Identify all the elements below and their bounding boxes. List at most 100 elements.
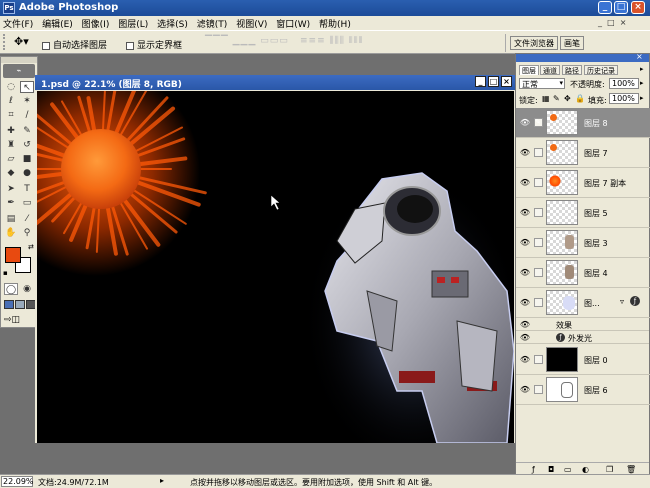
eraser-tool-icon[interactable]: ▱ (4, 153, 18, 165)
toolbox-grip[interactable] (1, 57, 37, 63)
add-layer-style-icon[interactable]: ƒ (532, 465, 535, 474)
fill-slider-arrow-icon[interactable]: ▸ (640, 94, 644, 102)
opacity-field[interactable]: 100% (609, 78, 639, 89)
doc-window-close-button[interactable]: × (501, 76, 512, 87)
outer-glow-effect-row[interactable]: 👁 ƒ 外发光 (516, 332, 649, 344)
lasso-tool-icon[interactable]: ℓ (4, 95, 18, 107)
visibility-eye-icon[interactable]: 👁 (519, 298, 531, 307)
tab-history[interactable]: 历史记录 (584, 65, 618, 75)
show-bounds-checkbox[interactable] (126, 41, 134, 50)
shape-tool-icon[interactable]: ▭ (20, 197, 34, 209)
layer-row[interactable]: 👁 图层 7 副本 (516, 168, 650, 198)
layer-style-icon[interactable]: ƒ (630, 296, 640, 306)
new-layer-icon[interactable]: ❐ (606, 465, 613, 474)
zoom-tool-icon[interactable]: ⚲ (20, 227, 34, 239)
standard-mode-icon[interactable]: ◯ (4, 283, 18, 295)
visibility-eye-icon[interactable]: 👁 (519, 385, 531, 394)
menu-image[interactable]: 图像(I) (79, 16, 113, 31)
clone-stamp-tool-icon[interactable]: ♜ (4, 139, 18, 151)
doc-restore-icon[interactable]: □ (607, 18, 615, 27)
status-menu-arrow-icon[interactable]: ▸ (160, 476, 164, 485)
layer-link-box[interactable] (534, 148, 543, 157)
quick-mask-mode-icon[interactable]: ◉ (20, 283, 34, 295)
slice-tool-icon[interactable]: ∕ (20, 109, 34, 121)
move-tool-icon[interactable]: ↖ (20, 81, 34, 93)
panel-close-icon[interactable]: × (636, 52, 643, 61)
lock-position-icon[interactable]: ✥ (564, 94, 571, 103)
new-set-icon[interactable]: ▭ (564, 465, 572, 474)
dodge-tool-icon[interactable]: ● (20, 167, 34, 179)
layer-link-box[interactable] (534, 238, 543, 247)
tab-layers[interactable]: 图层 (519, 65, 539, 75)
layer-link-box[interactable] (534, 268, 543, 277)
effects-row[interactable]: 👁 效果 (516, 319, 649, 331)
auto-select-option[interactable]: 自动选择图层 (42, 38, 107, 51)
layer-row[interactable]: 👁 图层 3 (516, 228, 650, 258)
visibility-eye-icon[interactable]: 👁 (519, 208, 531, 217)
maximize-button[interactable]: □ (614, 1, 628, 14)
add-mask-icon[interactable]: ◘ (548, 465, 554, 474)
notes-tool-icon[interactable]: ▤ (4, 213, 18, 225)
layer-row[interactable]: 👁 图层 0 (516, 345, 650, 375)
new-adjustment-layer-icon[interactable]: ◐ (582, 465, 589, 474)
menu-file[interactable]: 文件(F) (0, 16, 36, 31)
brush-tool-icon[interactable]: ✎ (20, 125, 34, 137)
healing-brush-tool-icon[interactable]: ✚ (4, 125, 18, 137)
path-selection-tool-icon[interactable]: ➤ (4, 183, 18, 195)
standard-screen-mode-icon[interactable] (4, 300, 14, 309)
effects-expand-icon[interactable]: ▿ (620, 297, 624, 306)
delete-layer-icon[interactable]: 🗑 (626, 465, 636, 474)
layer-row[interactable]: 👁 图层 6 (516, 375, 650, 405)
palette-tab-brushes[interactable]: 画笔 (560, 36, 584, 50)
palette-tab-file-browser[interactable]: 文件浏览器 (510, 36, 558, 50)
type-tool-icon[interactable]: T (20, 183, 34, 195)
visibility-eye-icon[interactable]: 👁 (519, 333, 531, 342)
panel-title-strip[interactable]: × (516, 52, 649, 62)
tab-paths[interactable]: 路径 (562, 65, 582, 75)
full-screen-menu-mode-icon[interactable] (15, 300, 25, 309)
jump-to-imageready-icon[interactable]: ⇨◫ (4, 315, 36, 326)
brush-active-icon[interactable]: ✎ (534, 118, 543, 127)
move-tool-preset-icon[interactable]: ✥▾ (14, 35, 29, 48)
fill-field[interactable]: 100% (609, 93, 639, 104)
adobe-online-icon[interactable]: ⌁ (3, 64, 35, 78)
visibility-eye-icon[interactable]: 👁 (519, 268, 531, 277)
visibility-eye-icon[interactable]: 👁 (519, 320, 531, 329)
doc-minimize-icon[interactable]: _ (598, 18, 602, 27)
menu-window[interactable]: 窗口(W) (273, 16, 313, 31)
crop-tool-icon[interactable]: ⌗ (4, 109, 18, 121)
menu-select[interactable]: 选择(S) (154, 16, 191, 31)
menu-filter[interactable]: 滤镜(T) (194, 16, 231, 31)
visibility-eye-icon[interactable]: 👁 (519, 148, 531, 157)
zoom-field[interactable]: 22.09% (1, 476, 34, 487)
lock-all-icon[interactable]: 🔒 (575, 94, 585, 103)
foreground-color-swatch[interactable] (5, 247, 21, 263)
close-button[interactable]: × (631, 1, 645, 14)
panel-menu-icon[interactable]: ▸ (640, 65, 644, 73)
layer-link-box[interactable] (534, 208, 543, 217)
tab-channels[interactable]: 通道 (540, 65, 560, 75)
swap-colors-icon[interactable]: ⇄ (28, 243, 34, 251)
pen-tool-icon[interactable]: ✒ (4, 197, 18, 209)
doc-window-maximize-button[interactable]: □ (488, 76, 499, 87)
lock-image-icon[interactable]: ✎ (553, 94, 560, 103)
image-canvas[interactable] (37, 91, 514, 443)
menu-layer[interactable]: 图层(L) (115, 16, 151, 31)
options-grip[interactable] (3, 34, 11, 50)
visibility-eye-icon[interactable]: 👁 (519, 178, 531, 187)
lock-transparency-icon[interactable]: ▦ (542, 94, 550, 103)
doc-window-minimize-button[interactable]: _ (475, 76, 486, 87)
layer-row[interactable]: 👁 图... ▿ ƒ (516, 288, 650, 318)
doc-close-icon[interactable]: × (620, 18, 627, 27)
layer-link-box[interactable] (534, 178, 543, 187)
visibility-eye-icon[interactable]: 👁 (519, 238, 531, 247)
layer-link-box[interactable] (534, 298, 543, 307)
magic-wand-tool-icon[interactable]: ✶ (20, 95, 34, 107)
marquee-tool-icon[interactable]: ◌ (4, 81, 18, 93)
gradient-tool-icon[interactable]: ■ (20, 153, 34, 165)
visibility-eye-icon[interactable]: 👁 (519, 355, 531, 364)
blend-mode-select[interactable]: 正常 ▾ (519, 78, 565, 89)
blur-tool-icon[interactable]: ◆ (4, 167, 18, 179)
eyedropper-tool-icon[interactable]: ⁄ (20, 213, 34, 225)
opacity-slider-arrow-icon[interactable]: ▸ (640, 79, 644, 87)
